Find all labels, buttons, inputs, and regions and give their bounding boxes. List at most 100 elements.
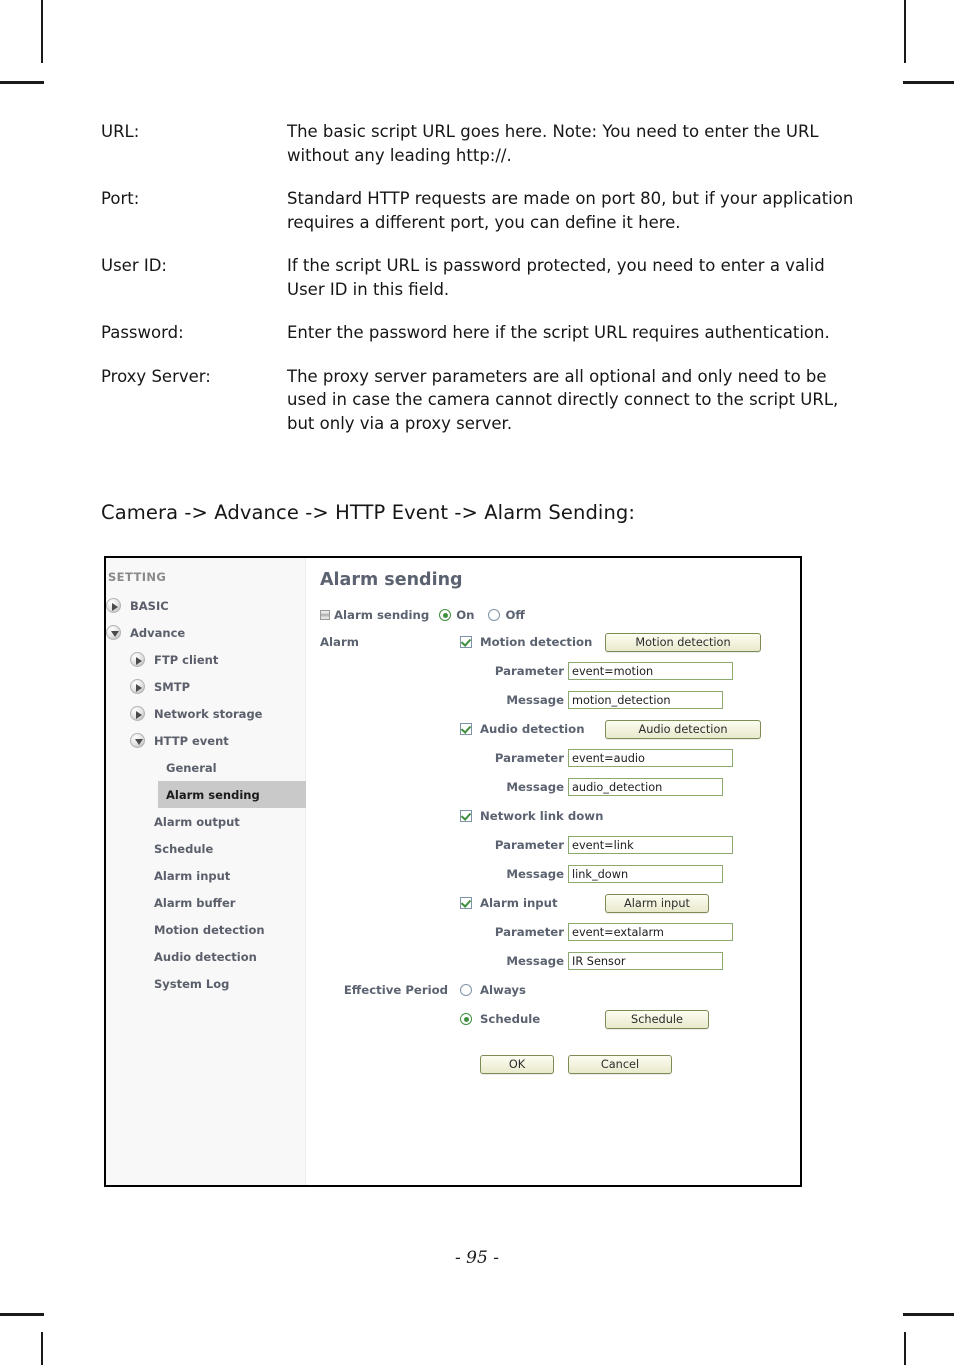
radio-effective-period-schedule[interactable]	[460, 1013, 472, 1025]
alarm-input-button[interactable]: Alarm input	[605, 893, 709, 913]
schedule-button[interactable]: Schedule	[605, 1009, 709, 1029]
alarm-sending-toggle-row: Alarm sending On Off	[320, 608, 800, 622]
sidebar-item-label: System Log	[154, 976, 230, 991]
sidebar-item-http-event[interactable]: HTTP event	[106, 727, 305, 754]
sidebar-item-label: General	[166, 760, 217, 775]
cancel-button[interactable]: Cancel	[568, 1055, 672, 1074]
definition-description: Enter the password here if the script UR…	[287, 323, 830, 342]
checkbox-alarm-input[interactable]	[460, 897, 472, 909]
parameter-input-link[interactable]: event=link	[568, 836, 733, 854]
sidebar-item-smtp[interactable]: SMTP	[106, 673, 305, 700]
crop-mark-top-right-vertical	[904, 0, 906, 63]
sidebar-item-label: Advance	[130, 625, 186, 640]
definition-row: Port: Standard HTTP requests are made on…	[101, 187, 861, 234]
checkbox-audio-detection[interactable]	[460, 723, 472, 735]
parameter-label: Parameter	[494, 751, 564, 765]
effective-period-always-row: Effective Period Always	[320, 980, 800, 1000]
motion-detection-button[interactable]: Motion detection	[605, 632, 761, 652]
definition-description: The proxy server parameters are all opti…	[287, 366, 839, 433]
message-label: Message	[506, 867, 564, 881]
sidebar-item-audio-detection[interactable]: Audio detection	[106, 943, 305, 970]
message-input-alarm-input[interactable]: IR Sensor	[568, 952, 723, 970]
effective-period-schedule-row: Schedule Schedule	[320, 1009, 800, 1029]
sidebar-item-alarm-output[interactable]: Alarm output	[106, 808, 305, 835]
radio-alarm-sending-off[interactable]	[488, 609, 501, 621]
parameter-row-motion: Parameter event=motion	[320, 661, 800, 681]
message-input-motion[interactable]: motion_detection	[568, 691, 723, 709]
sidebar-item-general[interactable]: General	[106, 754, 305, 781]
sidebar-item-label: SMTP	[154, 679, 190, 694]
triangle-right-icon	[130, 652, 145, 667]
definition-description: The basic script URL goes here. Note: Yo…	[287, 122, 819, 165]
sidebar-item-alarm-buffer[interactable]: Alarm buffer	[106, 889, 305, 916]
sidebar-item-ftp-client[interactable]: FTP client	[106, 646, 305, 673]
checkbox-network-link-down[interactable]	[460, 810, 472, 822]
sidebar-item-basic[interactable]: BASIC	[106, 592, 305, 619]
message-input-audio[interactable]: audio_detection	[568, 778, 723, 796]
definition-term: User ID:	[101, 256, 167, 275]
definition-row: URL: The basic script URL goes here. Not…	[101, 120, 861, 167]
sidebar-item-label: Motion detection	[154, 922, 265, 937]
audio-detection-button[interactable]: Audio detection	[605, 719, 761, 739]
triangle-right-icon	[130, 706, 145, 721]
alarm-name-label: Motion detection	[480, 635, 593, 649]
message-label: Message	[506, 780, 564, 794]
sidebar-item-label: Schedule	[154, 841, 214, 856]
sidebar-item-label: Alarm sending	[166, 787, 260, 802]
parameter-label: Parameter	[494, 925, 564, 939]
message-row-audio: Message audio_detection	[320, 777, 800, 797]
page-number: - 95 -	[455, 1248, 499, 1268]
sidebar-item-alarm-input[interactable]: Alarm input	[106, 862, 305, 889]
camera-settings-screenshot: SETTING BASIC Advance FTP client SMTP Ne…	[104, 556, 802, 1187]
sidebar-item-system-log[interactable]: System Log	[106, 970, 305, 997]
radio-effective-period-always[interactable]	[460, 984, 472, 996]
sidebar-item-network-storage[interactable]: Network storage	[106, 700, 305, 727]
section-heading: Camera -> Advance -> HTTP Event -> Alarm…	[101, 501, 636, 524]
sidebar-item-label: Alarm output	[154, 814, 240, 829]
sidebar-item-schedule[interactable]: Schedule	[106, 835, 305, 862]
sidebar-item-label: Audio detection	[154, 949, 257, 964]
definition-row: User ID: If the script URL is password p…	[101, 254, 861, 301]
parameter-input-alarm-input[interactable]: event=extalarm	[568, 923, 733, 941]
parameter-row-alarm-input: Parameter event=extalarm	[320, 922, 800, 942]
section-marker-icon	[320, 610, 330, 620]
definition-description: Standard HTTP requests are made on port …	[287, 189, 854, 232]
crop-mark-bottom-right-vertical	[904, 1332, 906, 1365]
alarm-sending-toggle-label: Alarm sending	[334, 608, 430, 622]
definition-term: Port:	[101, 189, 140, 208]
sidebar-item-motion-detection[interactable]: Motion detection	[106, 916, 305, 943]
sidebar-item-label: Alarm buffer	[154, 895, 236, 910]
ok-button[interactable]: OK	[480, 1055, 554, 1074]
parameter-input-motion[interactable]: event=motion	[568, 662, 733, 680]
definition-term: URL:	[101, 122, 140, 141]
message-label: Message	[506, 954, 564, 968]
parameter-row-link: Parameter event=link	[320, 835, 800, 855]
page-title: Alarm sending	[320, 570, 463, 590]
definition-description: If the script URL is password protected,…	[287, 256, 825, 299]
parameter-row-audio: Parameter event=audio	[320, 748, 800, 768]
message-row-motion: Message motion_detection	[320, 690, 800, 710]
checkbox-motion-detection[interactable]	[460, 636, 472, 648]
sidebar-item-label: Network storage	[154, 706, 263, 721]
settings-main-pane: Alarm sending Alarm sending On Off Alarm…	[306, 558, 800, 1185]
radio-alarm-sending-on[interactable]	[439, 609, 452, 621]
definition-row: Password: Enter the password here if the…	[101, 321, 861, 345]
message-input-link[interactable]: link_down	[568, 865, 723, 883]
alarm-name-label: Audio detection	[480, 722, 585, 736]
sidebar-item-label: FTP client	[154, 652, 219, 667]
effective-period-label: Effective Period	[343, 983, 448, 997]
radio-on-label: On	[456, 608, 475, 622]
crop-mark-bottom-left-horizontal	[0, 1313, 44, 1316]
sidebar-item-advance[interactable]: Advance	[106, 619, 305, 646]
sidebar-title: SETTING	[108, 570, 167, 584]
alarm-group-label: Alarm	[320, 635, 359, 649]
sidebar-item-alarm-sending[interactable]: Alarm sending	[158, 781, 313, 808]
sidebar-item-label: Alarm input	[154, 868, 231, 883]
schedule-label: Schedule	[480, 1012, 541, 1026]
crop-mark-top-right-horizontal	[903, 81, 954, 84]
alarm-name-label: Alarm input	[480, 896, 558, 910]
alarm-row-motion-detection: Alarm Motion detection Motion detection	[320, 632, 800, 652]
always-label: Always	[480, 983, 526, 997]
parameter-input-audio[interactable]: event=audio	[568, 749, 733, 767]
radio-off-label: Off	[505, 608, 525, 622]
